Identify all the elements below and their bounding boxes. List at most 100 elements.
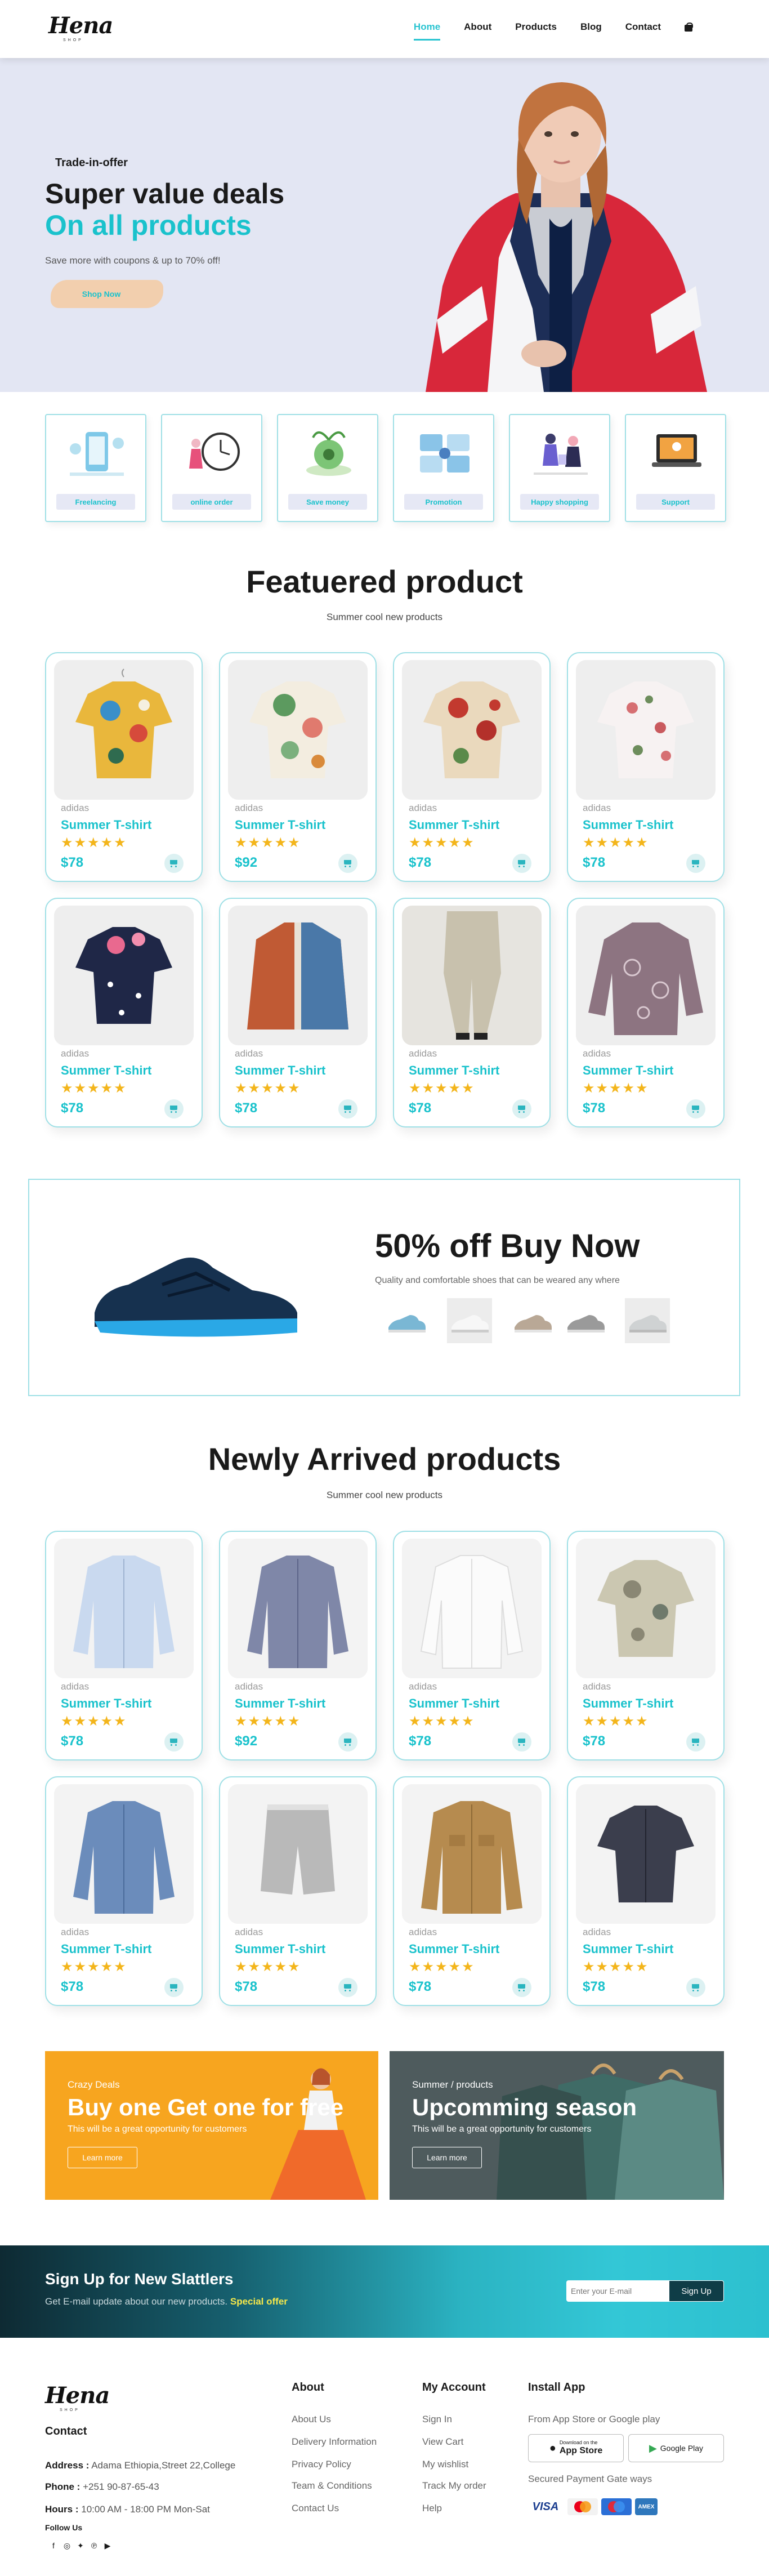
- add-to-cart-icon[interactable]: [686, 1099, 705, 1118]
- youtube-icon[interactable]: ▶: [104, 2542, 111, 2550]
- product-name[interactable]: Summer T-shirt: [583, 1063, 673, 1078]
- product-name[interactable]: Summer T-shirt: [61, 1942, 151, 1956]
- shoe-thumbnail[interactable]: [447, 1298, 492, 1343]
- product-name[interactable]: Summer T-shirt: [583, 1942, 673, 1956]
- product-card[interactable]: adidas Summer T-shirt ★★★★★ $78: [567, 1776, 725, 2006]
- shoe-thumbnail[interactable]: [510, 1298, 555, 1343]
- email-input[interactable]: [566, 2280, 669, 2302]
- product-name[interactable]: Summer T-shirt: [583, 818, 673, 832]
- add-to-cart-icon[interactable]: [686, 1978, 705, 1997]
- footer-link-track-order[interactable]: Track My order: [422, 2480, 486, 2492]
- nav-link-home[interactable]: Home: [413, 21, 441, 41]
- add-to-cart-icon[interactable]: [164, 1732, 184, 1751]
- product-brand: adidas: [409, 1048, 437, 1059]
- add-to-cart-icon[interactable]: [512, 1978, 531, 1997]
- product-name[interactable]: Summer T-shirt: [409, 1696, 499, 1711]
- learn-more-button[interactable]: Learn more: [68, 2147, 137, 2168]
- shop-now-button[interactable]: Shop Now: [51, 280, 163, 308]
- add-to-cart-icon[interactable]: [512, 1099, 531, 1118]
- twitter-icon[interactable]: ✦: [77, 2542, 84, 2550]
- star-rating: ★★★★★: [409, 1714, 475, 1729]
- hero-section: Trade-in-offer Super value deals On all …: [0, 58, 769, 392]
- service-card-save-money[interactable]: Save money: [277, 414, 378, 522]
- product-name[interactable]: Summer T-shirt: [235, 818, 325, 832]
- online-order-illustration: [189, 433, 240, 471]
- product-card[interactable]: adidas Summer T-shirt ★★★★★ $78: [45, 1531, 203, 1761]
- product-card[interactable]: adidas Summer T-shirt ★★★★★ $78: [45, 652, 203, 882]
- footer-link-privacy[interactable]: Privacy Policy: [292, 2459, 351, 2470]
- google-play-button[interactable]: ▶ Google Play: [628, 2434, 724, 2462]
- app-store-button[interactable]: ● Download on the App Store: [528, 2434, 624, 2462]
- service-card-online-order[interactable]: online order: [161, 414, 262, 522]
- discount-banner[interactable]: 50% off Buy Now Quality and comfortable …: [28, 1179, 740, 1396]
- product-card[interactable]: adidas Summer T-shirt ★★★★★ $78: [393, 1531, 551, 1761]
- service-card-promotion[interactable]: Promotion: [393, 414, 494, 522]
- sign-up-button[interactable]: Sign Up: [669, 2280, 724, 2302]
- footer-link-wishlist[interactable]: My wishlist: [422, 2459, 468, 2470]
- shoe-thumbnail[interactable]: [384, 1298, 429, 1343]
- product-price: $92: [235, 855, 258, 870]
- add-to-cart-icon[interactable]: [164, 854, 184, 873]
- nav-link-blog[interactable]: Blog: [580, 21, 602, 33]
- product-card[interactable]: adidas Summer T-shirt ★★★★★ $92: [219, 1531, 377, 1761]
- product-name[interactable]: Summer T-shirt: [409, 1063, 499, 1078]
- product-name[interactable]: Summer T-shirt: [61, 1696, 151, 1711]
- site-logo[interactable]: Hena SHOP: [48, 12, 113, 46]
- add-to-cart-icon[interactable]: [686, 1732, 705, 1751]
- footer-logo[interactable]: Hena SHOP: [45, 2382, 110, 2416]
- nav-link-products[interactable]: Products: [515, 21, 557, 33]
- product-card[interactable]: adidas Summer T-shirt ★★★★★ $78: [45, 1776, 203, 2006]
- product-name[interactable]: Summer T-shirt: [409, 818, 499, 832]
- product-card[interactable]: adidas Summer T-shirt ★★★★★ $78: [567, 652, 725, 882]
- product-name[interactable]: Summer T-shirt: [235, 1942, 325, 1956]
- footer-link-terms[interactable]: Team & Conditions: [292, 2480, 372, 2492]
- add-to-cart-icon[interactable]: [338, 1099, 357, 1118]
- shopping-bag-icon[interactable]: [685, 23, 693, 32]
- promo-kicker: Crazy Deals: [68, 2079, 120, 2090]
- add-to-cart-icon[interactable]: [512, 854, 531, 873]
- instagram-icon[interactable]: ◎: [63, 2542, 71, 2550]
- shoe-thumbnail[interactable]: [625, 1298, 670, 1343]
- product-name[interactable]: Summer T-shirt: [409, 1942, 499, 1956]
- add-to-cart-icon[interactable]: [338, 854, 357, 873]
- footer-link-sign-in[interactable]: Sign In: [422, 2414, 452, 2425]
- product-name[interactable]: Summer T-shirt: [235, 1696, 325, 1711]
- add-to-cart-icon[interactable]: [164, 1978, 184, 1997]
- product-card[interactable]: adidas Summer T-shirt ★★★★★ $78: [567, 898, 725, 1127]
- add-to-cart-icon[interactable]: [338, 1732, 357, 1751]
- footer-link-about-us[interactable]: About Us: [292, 2414, 331, 2425]
- star-rating: ★★★★★: [583, 1081, 649, 1096]
- product-card[interactable]: adidas Summer T-shirt ★★★★★ $78: [219, 898, 377, 1127]
- product-name[interactable]: Summer T-shirt: [61, 1063, 151, 1078]
- shoe-thumbnail[interactable]: [563, 1298, 608, 1343]
- product-name[interactable]: Summer T-shirt: [235, 1063, 325, 1078]
- service-card-freelancing[interactable]: Freelancing: [45, 414, 146, 522]
- facebook-icon[interactable]: f: [50, 2542, 57, 2550]
- product-card[interactable]: adidas Summer T-shirt ★★★★★ $92: [219, 652, 377, 882]
- promo-banner-season[interactable]: Summer / products Upcomming season This …: [390, 2051, 724, 2200]
- product-card[interactable]: adidas Summer T-shirt ★★★★★ $78: [393, 652, 551, 882]
- promo-banner-deals[interactable]: Crazy Deals Buy one Get one for free Thi…: [45, 2051, 378, 2200]
- add-to-cart-icon[interactable]: [512, 1732, 531, 1751]
- pinterest-icon[interactable]: ℗: [90, 2542, 98, 2550]
- product-card[interactable]: adidas Summer T-shirt ★★★★★ $78: [567, 1531, 725, 1761]
- product-card[interactable]: adidas Summer T-shirt ★★★★★ $78: [393, 898, 551, 1127]
- add-to-cart-icon[interactable]: [164, 1099, 184, 1118]
- footer-link-contact[interactable]: Contact Us: [292, 2503, 339, 2514]
- service-card-happy-shopping[interactable]: Happy shopping: [509, 414, 610, 522]
- learn-more-button[interactable]: Learn more: [412, 2147, 482, 2168]
- product-price: $78: [409, 1100, 432, 1116]
- product-card[interactable]: adidas Summer T-shirt ★★★★★ $78: [45, 898, 203, 1127]
- product-card[interactable]: adidas Summer T-shirt ★★★★★ $78: [219, 1776, 377, 2006]
- product-card[interactable]: adidas Summer T-shirt ★★★★★ $78: [393, 1776, 551, 2006]
- add-to-cart-icon[interactable]: [686, 854, 705, 873]
- footer-link-delivery[interactable]: Delivery Information: [292, 2436, 377, 2448]
- service-card-support[interactable]: Support: [625, 414, 726, 522]
- footer-link-view-cart[interactable]: View Cart: [422, 2436, 463, 2448]
- add-to-cart-icon[interactable]: [338, 1978, 357, 1997]
- footer-link-help[interactable]: Help: [422, 2503, 442, 2514]
- nav-link-contact[interactable]: Contact: [625, 21, 661, 33]
- nav-link-about[interactable]: About: [464, 21, 491, 33]
- product-name[interactable]: Summer T-shirt: [61, 818, 151, 832]
- product-name[interactable]: Summer T-shirt: [583, 1696, 673, 1711]
